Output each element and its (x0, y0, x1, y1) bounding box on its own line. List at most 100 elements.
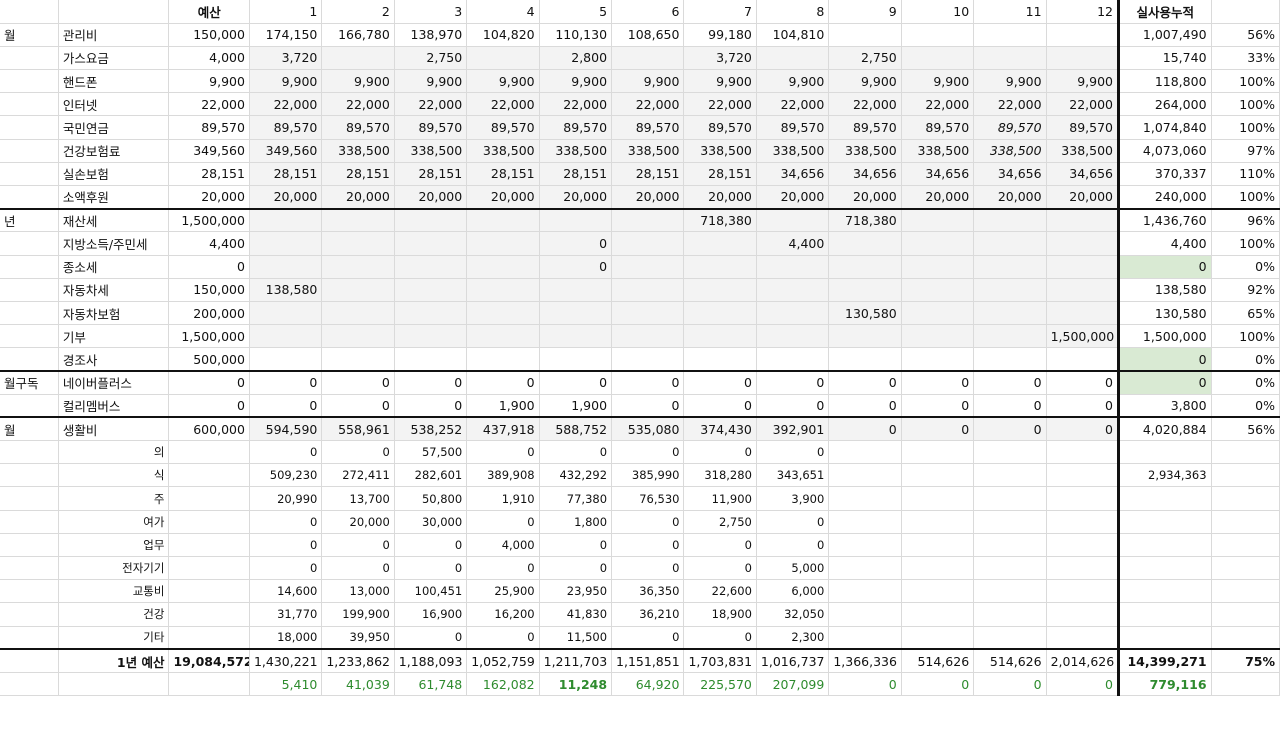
month-cell[interactable] (321, 207, 395, 233)
month-cell[interactable] (249, 324, 323, 349)
month-cell[interactable]: 9,900 (756, 69, 830, 94)
category-cell[interactable] (0, 440, 59, 465)
month-cell[interactable]: 0 (249, 556, 323, 581)
month-cell[interactable]: 0 (539, 440, 613, 465)
month-cell[interactable]: 0 (683, 556, 757, 581)
item-name-cell[interactable]: 자동차보험 (58, 301, 170, 326)
month-cell[interactable]: 0 (756, 440, 830, 465)
month-cell[interactable]: 22,000 (683, 92, 757, 117)
diff-month-cell[interactable]: 41,039 (321, 672, 395, 697)
item-name-cell[interactable]: 소액후원 (58, 185, 170, 210)
month-cell[interactable]: 18,000 (249, 626, 323, 650)
category-cell[interactable] (0, 533, 59, 558)
month-cell[interactable]: 9,900 (611, 69, 685, 94)
month-cell[interactable]: 20,000 (611, 185, 685, 210)
month-cell[interactable]: 34,656 (756, 162, 830, 187)
month-cell[interactable]: 104,810 (756, 23, 830, 47)
month-cell[interactable] (1046, 533, 1120, 558)
month-cell[interactable] (321, 231, 395, 256)
pct-cell[interactable] (1211, 440, 1280, 465)
category-cell[interactable]: 월 (0, 23, 59, 47)
budget-cell[interactable]: 200,000 (168, 301, 250, 326)
month-cell[interactable]: 594,590 (249, 416, 323, 442)
budget-cell[interactable]: 20,000 (168, 185, 250, 210)
month-cell[interactable] (901, 231, 975, 256)
month-cell[interactable]: 16,200 (466, 602, 540, 627)
month-cell[interactable]: 20,000 (756, 185, 830, 210)
month-cell[interactable]: 22,000 (249, 92, 323, 117)
month-cell[interactable]: 0 (1046, 369, 1120, 395)
month-cell[interactable]: 0 (394, 556, 468, 581)
month-cell[interactable] (973, 486, 1047, 511)
month-cell[interactable]: 76,530 (611, 486, 685, 511)
month-cell[interactable]: 392,901 (756, 416, 830, 442)
pct-cell[interactable]: 100% (1211, 115, 1280, 140)
month-cell[interactable]: 89,570 (683, 115, 757, 140)
month-cell[interactable]: 4,000 (466, 533, 540, 558)
item-name-cell[interactable]: 여가 (58, 510, 170, 534)
accum-cell[interactable]: 1,500,000 (1117, 324, 1212, 349)
diff-accum[interactable]: 779,116 (1117, 672, 1212, 697)
accum-cell[interactable] (1117, 533, 1212, 558)
month-cell[interactable] (901, 255, 975, 279)
budget-cell[interactable]: 28,151 (168, 162, 250, 187)
month-cell[interactable] (1046, 440, 1120, 465)
month-cell[interactable]: 1,800 (539, 510, 613, 534)
month-cell[interactable]: 0 (973, 369, 1047, 395)
pct-cell[interactable]: 0% (1211, 394, 1280, 418)
month-cell[interactable] (828, 231, 902, 256)
month-cell[interactable]: 20,000 (249, 185, 323, 210)
month-cell[interactable] (901, 579, 975, 604)
month-cell[interactable]: 374,430 (683, 416, 757, 442)
month-cell[interactable] (321, 255, 395, 279)
accum-cell[interactable]: 130,580 (1117, 301, 1212, 326)
accum-cell[interactable]: 138,580 (1117, 278, 1212, 302)
month-cell[interactable] (973, 463, 1047, 488)
month-cell[interactable]: 2,750 (683, 510, 757, 534)
month-cell[interactable] (683, 278, 757, 302)
category-cell[interactable] (0, 556, 59, 581)
month-cell[interactable] (466, 324, 540, 349)
total-pct[interactable]: 75% (1211, 648, 1280, 673)
month-cell[interactable] (683, 301, 757, 326)
month-cell[interactable]: 588,752 (539, 416, 613, 442)
budget-cell[interactable]: 22,000 (168, 92, 250, 117)
month-cell[interactable]: 36,210 (611, 602, 685, 627)
month-cell[interactable]: 0 (539, 231, 613, 256)
month-cell[interactable] (828, 486, 902, 511)
month-cell[interactable] (756, 347, 830, 372)
month-cell[interactable]: 0 (466, 369, 540, 395)
budget-cell[interactable]: 349,560 (168, 139, 250, 163)
pct-cell[interactable]: 0% (1211, 369, 1280, 395)
month-cell[interactable]: 28,151 (394, 162, 468, 187)
pct-cell[interactable] (1211, 626, 1280, 650)
month-cell[interactable]: 28,151 (466, 162, 540, 187)
month-cell[interactable]: 13,700 (321, 486, 395, 511)
month-cell[interactable]: 50,800 (394, 486, 468, 511)
month-cell[interactable] (321, 324, 395, 349)
month-cell[interactable]: 89,570 (828, 115, 902, 140)
pct-cell[interactable]: 56% (1211, 416, 1280, 442)
month-cell[interactable]: 6,000 (756, 579, 830, 604)
budget-cell[interactable]: 0 (168, 255, 250, 279)
month-cell[interactable]: 9,900 (466, 69, 540, 94)
pct-cell[interactable]: 0% (1211, 347, 1280, 372)
budget-cell[interactable] (168, 579, 250, 604)
month-cell[interactable] (1046, 347, 1120, 372)
month-cell[interactable]: 0 (756, 510, 830, 534)
month-cell[interactable] (1046, 626, 1120, 650)
total-month-cell[interactable]: 1,016,737 (756, 648, 830, 673)
month-cell[interactable] (828, 626, 902, 650)
month-cell[interactable]: 31,770 (249, 602, 323, 627)
category-cell[interactable] (0, 139, 59, 163)
diff-month-cell[interactable]: 0 (828, 672, 902, 697)
month-cell[interactable]: 22,600 (683, 579, 757, 604)
month-cell[interactable]: 0 (394, 369, 468, 395)
accum-cell[interactable]: 240,000 (1117, 185, 1212, 210)
month-cell[interactable] (901, 486, 975, 511)
month-cell[interactable]: 338,500 (321, 139, 395, 163)
month-cell[interactable]: 34,656 (1046, 162, 1120, 187)
month-cell[interactable]: 100,451 (394, 579, 468, 604)
month-cell[interactable]: 0 (466, 626, 540, 650)
month-cell[interactable]: 0 (466, 510, 540, 534)
